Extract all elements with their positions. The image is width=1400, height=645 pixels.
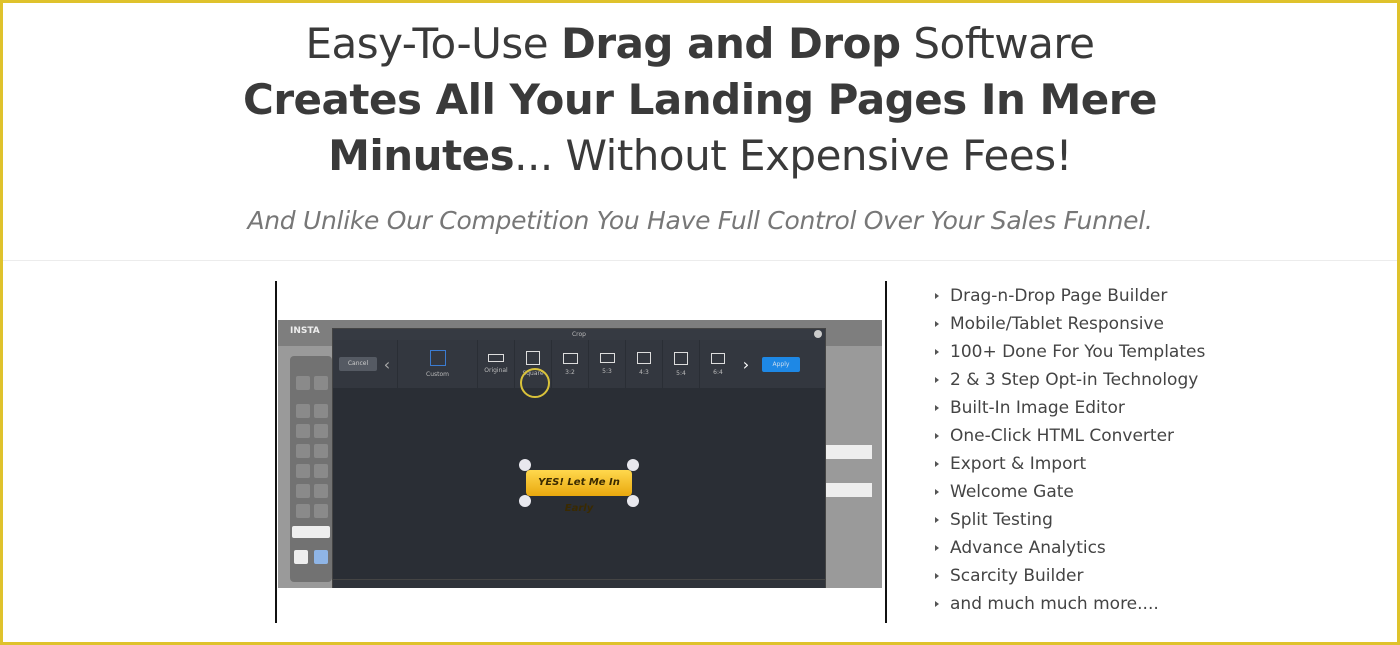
tool-icon [296,376,310,390]
tool-icon [296,484,310,498]
tool-icon [314,404,328,418]
close-icon[interactable] [814,330,822,338]
chevron-right-icon[interactable]: › [736,355,756,374]
resize-handle[interactable] [519,459,531,471]
custom-icon [429,350,446,366]
crop-option-custom[interactable]: Custom [397,340,477,388]
text-field [826,483,872,497]
feature-item: Drag-n-Drop Page Builder [935,284,1205,312]
dialog-footer [333,579,825,588]
tool-icon [296,424,310,438]
option-label: Original [484,367,508,374]
ratio-icon [637,352,651,364]
feature-item: Mobile/Tablet Responsive [935,312,1205,340]
tool-icon [296,504,310,518]
ratio-icon [562,352,578,364]
headline-text: Software [900,19,1095,68]
tool-icon [314,504,328,518]
headline-bold: Drag and Drop [561,19,901,68]
tool-icon [314,484,328,498]
option-label: Custom [426,371,449,378]
headline-text: Easy-To-Use [305,19,561,68]
cancel-button[interactable]: Cancel [339,357,377,371]
tool-panel [290,356,332,582]
feature-item: Split Testing [935,508,1205,536]
feature-item: and much much more.... [935,592,1205,620]
tool-icon [314,444,328,458]
product-screenshot: INSTA Crop Cancel ‹ Custom Original Squa… [275,281,887,623]
tool-icon [314,464,328,478]
tool-icon [296,464,310,478]
option-label: 4:3 [639,369,649,376]
ratio-icon [526,351,540,365]
resize-handle[interactable] [519,495,531,507]
feature-item: Built-In Image Editor [935,396,1205,424]
headline: Easy-To-Use Drag and Drop Software Creat… [0,16,1400,184]
tool-icon [296,444,310,458]
feature-item: Welcome Gate [935,480,1205,508]
divider [3,260,1397,261]
app-logo: INSTA [290,326,320,336]
apply-button[interactable]: Apply [762,356,800,372]
tool-icon [314,550,328,564]
select-field [826,445,872,459]
crop-option-original[interactable]: Original [477,340,514,388]
ratio-icon [711,352,725,364]
feature-item: Scarcity Builder [935,564,1205,592]
tool-icon [314,376,328,390]
cta-button-preview: YES! Let Me In Early [526,470,632,514]
option-label: 6:4 [713,368,723,376]
resize-handle[interactable] [627,495,639,507]
feature-item: Advance Analytics [935,536,1205,564]
feature-item: One-Click HTML Converter [935,424,1205,452]
crop-option-3-2[interactable]: 3:2 [551,340,588,388]
crop-option-4-3[interactable]: 4:3 [625,340,662,388]
headline-bold: Minutes [328,131,515,180]
feature-item: 2 & 3 Step Opt-in Technology [935,368,1205,396]
crop-option-5-4[interactable]: 5:4 [662,340,699,388]
crop-dialog: Crop Cancel ‹ Custom Original Square 3:2… [332,328,826,588]
ratio-icon [599,353,615,363]
headline-text: ... Without Expensive Fees! [514,131,1072,180]
feature-list: Drag-n-Drop Page Builder Mobile/Tablet R… [935,284,1205,620]
crop-toolbar: Cancel ‹ Custom Original Square 3:2 5:3 … [333,340,825,398]
editor-app: INSTA Crop Cancel ‹ Custom Original Squa… [278,320,882,588]
tool-input [292,526,330,538]
properties-panel [826,360,876,560]
crop-selection[interactable]: YES! Let Me In Early [519,459,639,514]
option-label: 5:4 [676,369,686,377]
option-label: 3:2 [565,368,575,376]
tool-icon [294,550,308,564]
crop-option-5-3[interactable]: 5:3 [588,340,625,388]
headline-bold: Creates All Your Landing Pages In Mere [243,75,1157,124]
dialog-title-text: Crop [571,331,586,338]
resize-handle[interactable] [627,459,639,471]
feature-item: Export & Import [935,452,1205,480]
ratio-icon [488,354,504,362]
tool-icon [296,404,310,418]
chevron-left-icon[interactable]: ‹ [377,355,397,374]
cursor-highlight [520,368,550,398]
crop-dialog-title: Crop [333,329,825,340]
crop-option-6-4[interactable]: 6:4 [699,340,736,388]
ratio-icon [674,351,688,365]
option-label: 5:3 [602,368,612,375]
subtitle: And Unlike Our Competition You Have Full… [247,206,1153,235]
tool-icon [314,424,328,438]
feature-item: 100+ Done For You Templates [935,340,1205,368]
